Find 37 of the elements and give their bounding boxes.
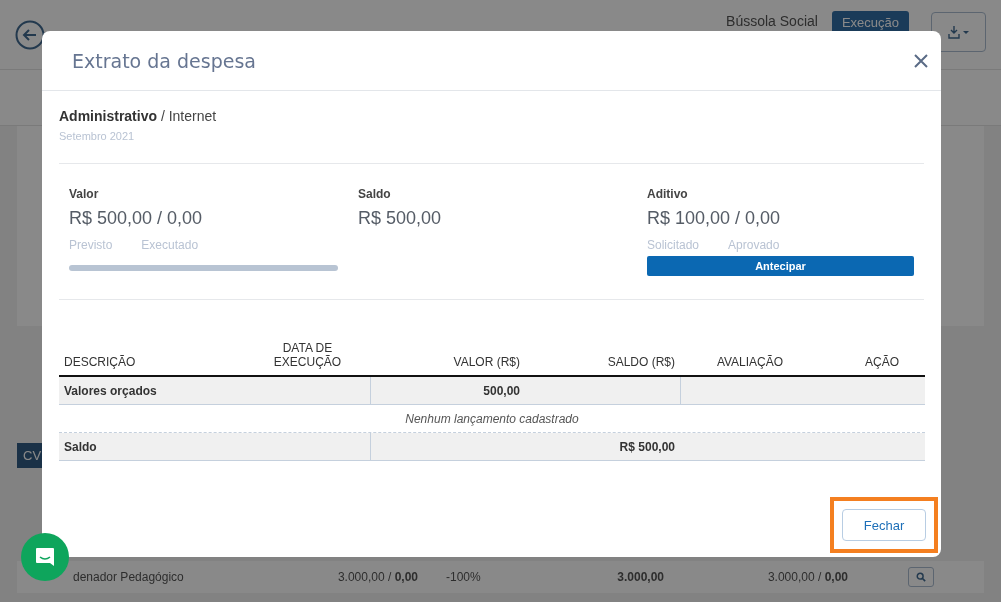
advance-button[interactable]: Antecipar xyxy=(647,256,914,276)
stat-value: R$ 100,00 / 0,00 xyxy=(647,208,781,229)
download-icon xyxy=(946,24,971,40)
table-cell: denador Pedagógico xyxy=(73,570,184,584)
stat-value: R$ 500,00 xyxy=(358,208,442,229)
stat-sublabel: Executado xyxy=(141,238,199,252)
search-button[interactable] xyxy=(908,567,934,587)
column-header: DATA DE EXECUÇÃO xyxy=(272,341,343,369)
stat-sublabel: Previsto xyxy=(69,238,113,252)
close-icon[interactable] xyxy=(914,53,928,68)
table-cell: -100% xyxy=(446,570,481,584)
table-cell: Valores orçados xyxy=(59,377,370,405)
column-header: AVALIAÇÃO xyxy=(716,355,784,369)
table-cell: R$ 500,00 xyxy=(370,433,680,461)
modal-title: Extrato da despesa xyxy=(72,49,256,72)
table-cell: Saldo xyxy=(59,433,370,461)
period-label: Setembro 2021 xyxy=(59,130,924,164)
table-cell: 3.000,00 / 0,00 xyxy=(337,570,418,584)
stat-sublabel: Solicitado xyxy=(647,238,700,252)
stat-sublabel: Aprovado xyxy=(728,238,780,252)
column-header: VALOR (R$) xyxy=(453,355,520,369)
stat-label: Saldo xyxy=(358,187,391,201)
close-button[interactable]: Fechar xyxy=(842,509,926,541)
column-header: DESCRIÇÃO xyxy=(64,355,136,369)
column-header: AÇÃO xyxy=(865,355,899,369)
stat-value: R$ 500,00 / 0,00 xyxy=(69,208,203,229)
column-header: SALDO (R$) xyxy=(607,355,675,369)
stat-label: Aditivo xyxy=(647,187,688,201)
back-icon[interactable] xyxy=(15,20,45,50)
stat-label: Valor xyxy=(69,187,99,201)
table-cell: 3.000,00 xyxy=(617,570,664,584)
breadcrumb: Administrativo / Internet xyxy=(59,108,218,124)
table-cell: 3.000,00 / 0,00 xyxy=(767,570,848,584)
download-button[interactable] xyxy=(931,12,986,52)
table-cell: 500,00 xyxy=(370,377,525,405)
search-icon xyxy=(916,572,926,582)
organization-name: Bússola Social xyxy=(726,13,818,29)
